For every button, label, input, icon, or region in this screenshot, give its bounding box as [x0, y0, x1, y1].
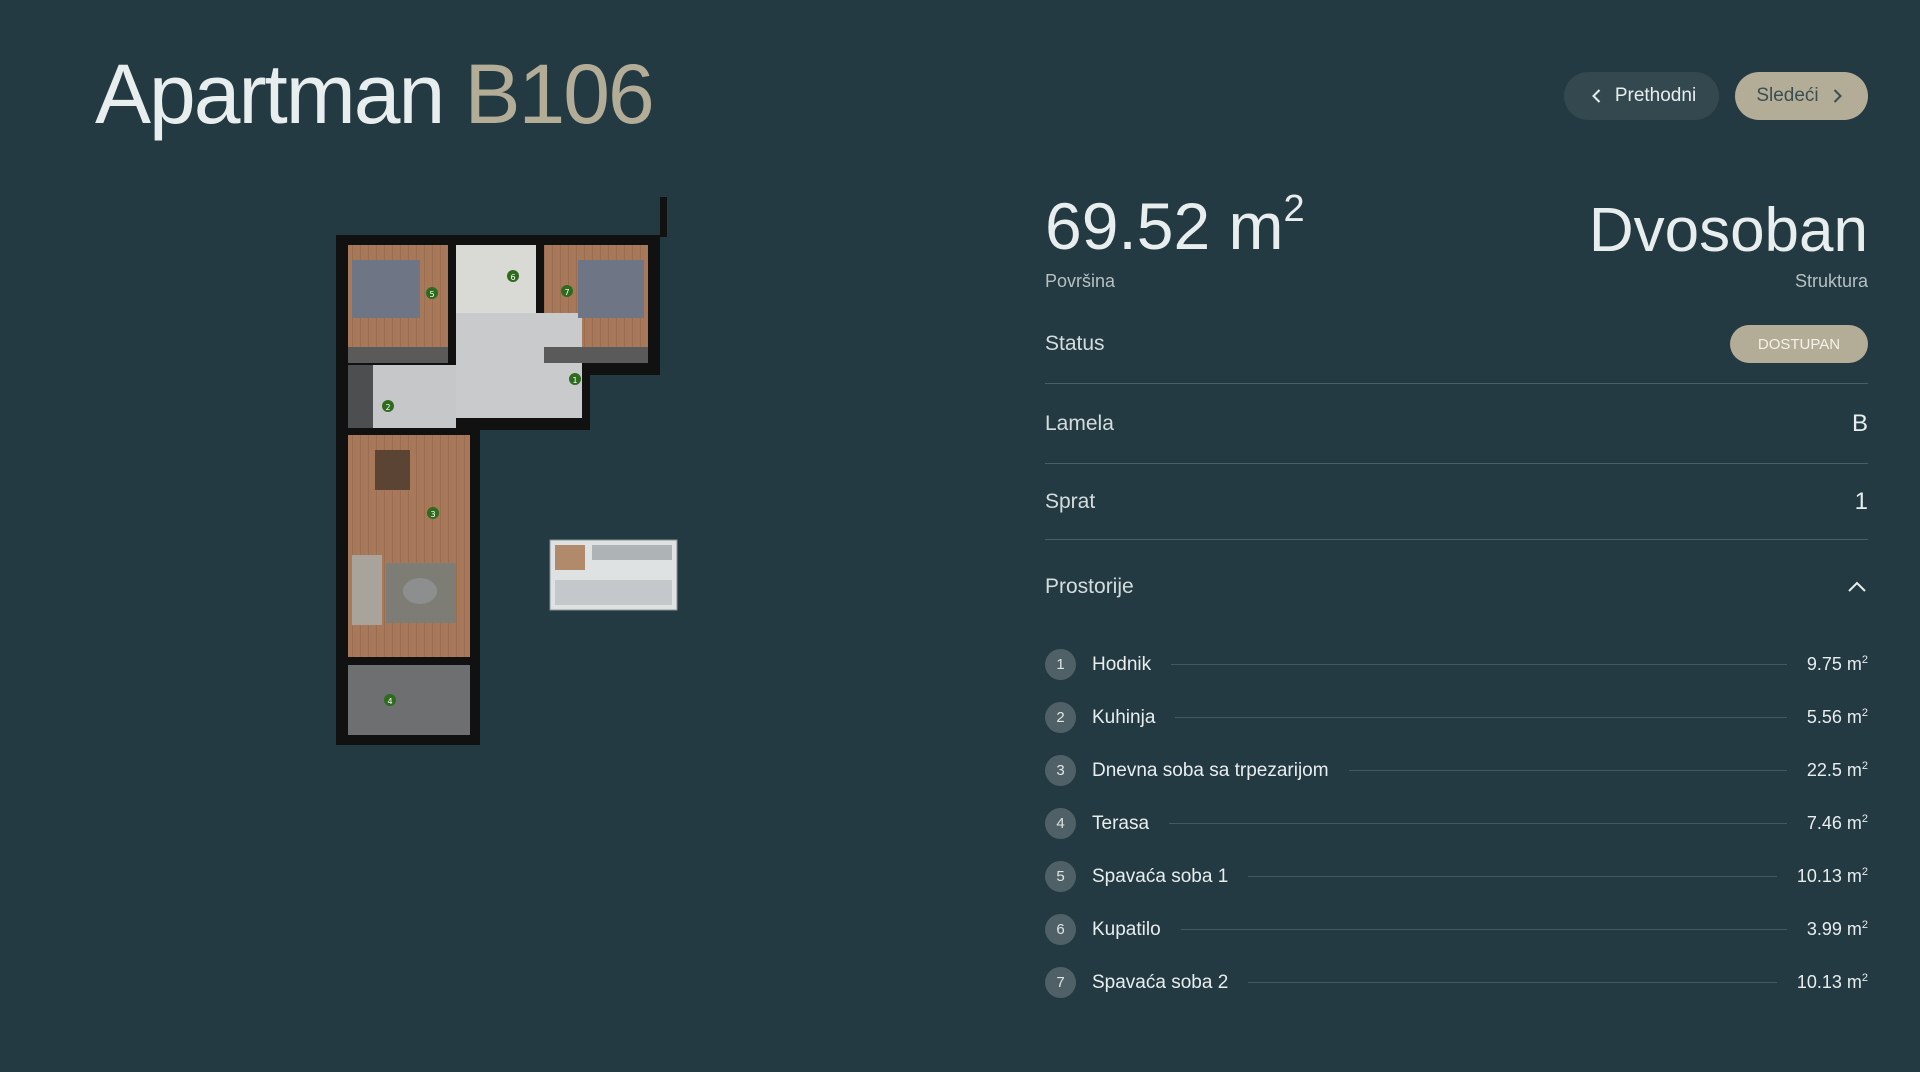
marker-5: 5 — [429, 290, 434, 299]
kitchen-counter — [348, 365, 373, 428]
structure-label: Struktura — [1794, 271, 1868, 291]
next-button[interactable]: Sledeći — [1735, 72, 1868, 120]
terrace-floor — [348, 665, 470, 735]
page-title: Apartman B106 — [95, 52, 655, 136]
room-leader-line — [1171, 664, 1787, 665]
marker-1: 1 — [572, 376, 577, 385]
divider — [1045, 383, 1868, 384]
status-label: Status — [1045, 332, 1105, 355]
room-number: 7 — [1045, 967, 1076, 998]
sprat-value: 1 — [1854, 488, 1868, 515]
room-number: 5 — [1045, 861, 1076, 892]
bathroom-floor — [456, 245, 536, 313]
area-value: 69.52 m2 — [1045, 188, 1305, 263]
room-size: 10.13 m2 — [1796, 866, 1868, 886]
room-name: Terasa — [1092, 812, 1150, 834]
bed-2 — [578, 260, 644, 318]
building-key-plan — [549, 539, 678, 611]
previous-button[interactable]: Prethodni — [1564, 72, 1719, 120]
room-number: 2 — [1045, 702, 1076, 733]
rooms-label: Prostorije — [1045, 575, 1134, 598]
lamela-row: Lamela B — [1045, 404, 1868, 444]
hallway-floor — [456, 313, 582, 418]
floor-plan: 1 2 3 4 5 6 7 — [336, 197, 678, 745]
sprat-row: Sprat 1 — [1045, 482, 1868, 522]
marker-2: 2 — [385, 403, 390, 412]
marker-7: 7 — [564, 288, 569, 297]
room-item: 5 Spavaća soba 1 10.13 m2 — [1045, 850, 1868, 903]
room-name: Hodnik — [1092, 653, 1152, 675]
room-number: 3 — [1045, 755, 1076, 786]
room-leader-line — [1248, 876, 1777, 877]
room-leader-line — [1175, 717, 1787, 718]
structure-value: Dvosoban — [1588, 196, 1868, 265]
room-leader-line — [1169, 823, 1787, 824]
divider — [1045, 463, 1868, 464]
room-name: Kuhinja — [1092, 706, 1156, 728]
marker-4: 4 — [387, 697, 392, 706]
room-size: 9.75 m2 — [1806, 654, 1868, 674]
apartment-code: B106 — [464, 47, 655, 141]
room-leader-line — [1348, 770, 1787, 771]
room-size: 5.56 m2 — [1806, 707, 1868, 727]
room-item: 6 Kupatilo 3.99 m2 — [1045, 903, 1868, 956]
title-word: Apartman — [95, 47, 445, 141]
room-number: 6 — [1045, 914, 1076, 945]
dining-table — [375, 450, 410, 490]
room-item: 7 Spavaća soba 2 10.13 m2 — [1045, 956, 1868, 1009]
room-number: 1 — [1045, 649, 1076, 680]
chevron-right-icon — [1833, 89, 1842, 103]
chevron-left-icon — [1591, 89, 1601, 103]
status-badge: DOSTUPAN — [1730, 325, 1868, 363]
room-item: 2 Kuhinja 5.56 m2 — [1045, 691, 1868, 744]
sofa — [352, 555, 382, 625]
room-leader-line — [1248, 982, 1777, 983]
divider — [1045, 539, 1868, 540]
lamela-label: Lamela — [1045, 412, 1114, 435]
room-size: 3.99 m2 — [1806, 919, 1868, 939]
room-name: Kupatilo — [1092, 918, 1161, 940]
area-label: Površina — [1045, 271, 1116, 291]
lamela-value: B — [1851, 410, 1868, 437]
room-leader-line — [1180, 929, 1787, 930]
room-item: 4 Terasa 7.46 m2 — [1045, 797, 1868, 850]
room-size: 22.5 m2 — [1806, 760, 1868, 780]
status-row: Status DOSTUPAN — [1045, 324, 1868, 364]
room-name: Dnevna soba sa trpezarijom — [1092, 759, 1329, 781]
coffee-table — [403, 578, 437, 604]
room-name: Spavaća soba 1 — [1092, 865, 1229, 887]
room-name: Spavaća soba 2 — [1092, 971, 1229, 993]
room-size: 10.13 m2 — [1796, 972, 1868, 992]
wardrobe-1 — [348, 347, 448, 363]
chevron-up-icon — [1848, 581, 1866, 592]
marker-3: 3 — [430, 510, 435, 519]
room-number: 4 — [1045, 808, 1076, 839]
rooms-toggle[interactable]: Prostorije — [1045, 567, 1868, 607]
previous-label: Prethodni — [1614, 85, 1697, 106]
bed-1 — [352, 260, 420, 318]
wardrobe-2 — [544, 347, 648, 363]
sprat-label: Sprat — [1045, 490, 1096, 513]
marker-6: 6 — [510, 273, 515, 282]
room-item: 3 Dnevna soba sa trpezarijom 22.5 m2 — [1045, 744, 1868, 797]
room-item: 1 Hodnik 9.75 m2 — [1045, 638, 1868, 691]
next-label: Sledeći — [1756, 85, 1819, 106]
room-size: 7.46 m2 — [1806, 813, 1868, 833]
rooms-list: 1 Hodnik 9.75 m2 2 Kuhinja 5.56 m2 3 Dne… — [1045, 638, 1868, 1009]
